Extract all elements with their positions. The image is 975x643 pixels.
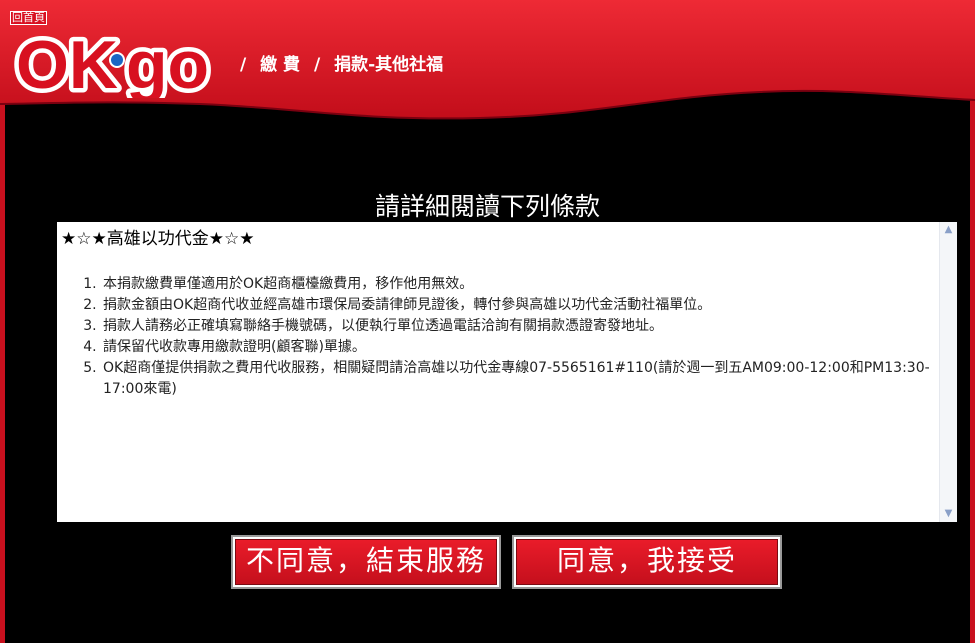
- terms-item: OK超商僅提供捐款之費用代收服務，相關疑問請洽高雄以功代金專線07-556516…: [101, 358, 936, 400]
- scroll-up-icon[interactable]: ▲: [941, 222, 956, 238]
- terms-title: ★☆★高雄以功代金★☆★: [61, 229, 255, 249]
- terms-item: 本捐款繳費單僅適用於OK超商櫃檯繳費用，移作他用無效。: [101, 274, 936, 295]
- okgo-logo[interactable]: OK OK go go: [14, 26, 230, 98]
- decline-button[interactable]: 不同意，結束服務: [231, 535, 501, 589]
- header-banner: 回首頁 OK OK go go / 繳 費 / 捐款-其他社福: [0, 0, 975, 135]
- okgo-logo-icon: OK OK go go: [14, 26, 214, 98]
- terms-scrollbar[interactable]: ▲ ▼: [939, 222, 957, 522]
- svg-text:go: go: [126, 27, 209, 98]
- breadcrumb-separator: /: [240, 55, 247, 75]
- accept-button[interactable]: 同意，我接受: [512, 535, 782, 589]
- breadcrumb-payment[interactable]: 繳 費: [260, 55, 300, 75]
- terms-item: 捐款人請務必正確填寫聯絡手機號碼，以便執行單位透過電話洽詢有關捐款憑證寄發地址。: [101, 316, 936, 337]
- terms-box[interactable]: ★☆★高雄以功代金★☆★ 本捐款繳費單僅適用於OK超商櫃檯繳費用，移作他用無效。…: [57, 222, 957, 522]
- terms-item: 捐款金額由OK超商代收並經高雄市環保局委請律師見證後，轉付參與高雄以功代金活動社…: [101, 295, 936, 316]
- breadcrumb-separator: /: [313, 55, 321, 75]
- breadcrumb-donation: 捐款-其他社福: [334, 55, 444, 75]
- breadcrumb: / 繳 費 / 捐款-其他社福: [240, 50, 451, 75]
- kiosk-frame: 回首頁 OK OK go go / 繳 費 / 捐款-其他社福 請詳細閱讀下列條…: [0, 0, 975, 643]
- terms-list: 本捐款繳費單僅適用於OK超商櫃檯繳費用，移作他用無效。 捐款金額由OK超商代收並…: [61, 274, 936, 400]
- terms-content: ★☆★高雄以功代金★☆★ 本捐款繳費單僅適用於OK超商櫃檯繳費用，移作他用無效。…: [57, 222, 940, 522]
- terms-item: 請保留代收款專用繳款證明(顧客聯)單據。: [101, 337, 936, 358]
- page-title: 請詳細閱讀下列條款: [374, 192, 600, 221]
- scroll-down-icon[interactable]: ▼: [941, 506, 956, 522]
- svg-text:OK: OK: [16, 27, 118, 98]
- home-link[interactable]: 回首頁: [10, 11, 47, 25]
